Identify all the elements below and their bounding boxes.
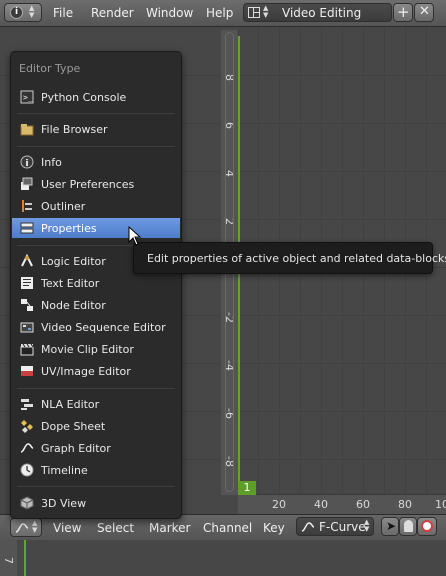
select-menu[interactable]: Select bbox=[97, 521, 134, 535]
editor-type-button[interactable]: i ▲ ▼ bbox=[4, 3, 42, 22]
menu-item-user-preferences[interactable]: User Preferences bbox=[12, 174, 180, 194]
svg-text:i: i bbox=[26, 159, 29, 169]
menu-item-uv-image-editor[interactable]: UV/Image Editor bbox=[12, 361, 180, 381]
timeline-icon bbox=[20, 463, 34, 477]
render-menu[interactable]: Render bbox=[91, 6, 134, 20]
spinner-arrows-icon: ▲ ▼ bbox=[364, 518, 370, 533]
frame-tick: 40 bbox=[314, 498, 328, 511]
movie-clip-editor-icon bbox=[20, 342, 34, 356]
editor-type-menu: Editor Type >_ Python Console File Brows… bbox=[10, 51, 182, 519]
graph-editor-icon bbox=[301, 521, 315, 536]
menu-item-python-console[interactable]: >_ Python Console bbox=[12, 87, 180, 107]
text-editor-icon bbox=[20, 276, 34, 290]
menu-item-video-sequence-editor[interactable]: Video Sequence Editor bbox=[12, 317, 180, 337]
lower-value-ruler: 7 bbox=[0, 540, 17, 576]
channel-menu[interactable]: Channel bbox=[203, 521, 252, 535]
close-icon: ✕ bbox=[419, 4, 430, 19]
lower-viewport[interactable] bbox=[0, 540, 446, 576]
frame-tick: 60 bbox=[356, 498, 370, 511]
menu-item-outliner[interactable]: Outliner bbox=[12, 196, 180, 216]
menu-item-text-editor[interactable]: Text Editor bbox=[12, 273, 180, 293]
mode-select-value: F-Curve bbox=[319, 520, 366, 534]
top-header: i ▲ ▼ File Render Window Help ▲ ▼ Video Ed… bbox=[0, 0, 446, 27]
tooltip-text: Edit properties of active object and rel… bbox=[147, 252, 446, 265]
video-sequence-editor-icon bbox=[20, 320, 34, 334]
only-errors-toggle[interactable] bbox=[417, 517, 437, 536]
menu-item-timeline[interactable]: Timeline bbox=[12, 460, 180, 480]
logic-editor-icon bbox=[20, 253, 34, 268]
error-target-icon bbox=[421, 520, 433, 532]
frame-tick: 100 bbox=[435, 498, 446, 511]
frame-ruler[interactable]: 20 40 60 80 100 bbox=[238, 494, 446, 514]
spinner-arrows-icon: ▲ ▼ bbox=[263, 4, 269, 19]
menu-item-graph-editor[interactable]: Graph Editor bbox=[12, 438, 180, 458]
properties-tooltip: Edit properties of active object and rel… bbox=[133, 242, 446, 274]
cursor-arrow-icon: ➤ bbox=[386, 519, 397, 533]
menu-item-properties[interactable]: Properties bbox=[12, 218, 180, 238]
delete-screen-button[interactable]: ✕ bbox=[414, 3, 434, 22]
current-frame-indicator[interactable]: 1 bbox=[238, 481, 256, 495]
spinner-arrows-icon: ▲ ▼ bbox=[29, 4, 35, 19]
menu-separator bbox=[17, 113, 175, 114]
nla-editor-icon bbox=[20, 397, 34, 411]
key-menu[interactable]: Key bbox=[263, 521, 285, 535]
show-hidden-toggle[interactable] bbox=[399, 517, 417, 536]
info-icon: i bbox=[20, 155, 34, 169]
only-selected-toggle[interactable]: ➤ bbox=[381, 517, 399, 536]
menu-title: Editor Type bbox=[19, 62, 81, 75]
file-menu[interactable]: File bbox=[53, 6, 73, 20]
graph-editor-icon bbox=[20, 441, 34, 455]
frame-tick: 80 bbox=[398, 498, 412, 511]
menu-item-node-editor[interactable]: Node Editor bbox=[12, 295, 180, 315]
menu-item-3d-view[interactable]: 3D View bbox=[12, 493, 180, 513]
marker-menu[interactable]: Marker bbox=[149, 521, 190, 535]
help-menu[interactable]: Help bbox=[206, 6, 233, 20]
menu-item-nla-editor[interactable]: NLA Editor bbox=[12, 394, 180, 414]
python-console-icon: >_ bbox=[20, 90, 34, 104]
screen-layout-icon bbox=[248, 7, 260, 18]
current-frame-line bbox=[24, 540, 26, 576]
add-screen-button[interactable]: + bbox=[393, 3, 413, 22]
mouse-cursor-icon bbox=[128, 225, 142, 249]
file-browser-icon bbox=[20, 122, 34, 136]
value-tick: 7 bbox=[2, 557, 15, 564]
view-menu[interactable]: View bbox=[53, 521, 81, 535]
3d-view-icon bbox=[20, 496, 34, 510]
plus-icon: + bbox=[397, 3, 410, 21]
menu-item-file-browser[interactable]: File Browser bbox=[12, 119, 180, 139]
menu-item-dope-sheet[interactable]: Dope Sheet bbox=[12, 416, 180, 436]
node-editor-icon bbox=[20, 298, 34, 312]
uv-image-editor-icon bbox=[20, 364, 34, 378]
screen-layout-name: Video Editing bbox=[282, 6, 362, 20]
menu-separator bbox=[17, 146, 175, 147]
menu-separator bbox=[17, 486, 175, 487]
info-icon: i bbox=[10, 6, 23, 19]
window-menu[interactable]: Window bbox=[146, 6, 193, 20]
editor-type-button-graph[interactable]: ▲ ▼ bbox=[10, 518, 42, 537]
menu-separator bbox=[17, 388, 175, 389]
mode-select[interactable]: F-Curve ▲ ▼ bbox=[296, 517, 374, 536]
screen-layout-select[interactable]: ▲ ▼ Video Editing bbox=[243, 3, 392, 22]
svg-text:>_: >_ bbox=[23, 93, 33, 102]
menu-item-movie-clip-editor[interactable]: Movie Clip Editor bbox=[12, 339, 180, 359]
user-preferences-icon bbox=[20, 177, 34, 191]
frame-tick: 20 bbox=[272, 498, 286, 511]
properties-icon bbox=[20, 221, 34, 235]
ghost-icon bbox=[404, 520, 413, 532]
menu-item-info[interactable]: i Info bbox=[12, 152, 180, 172]
outliner-icon bbox=[20, 199, 34, 213]
graph-editor-icon bbox=[15, 522, 29, 537]
spinner-arrows-icon: ▲ ▼ bbox=[32, 519, 38, 534]
dope-sheet-icon bbox=[20, 419, 34, 433]
